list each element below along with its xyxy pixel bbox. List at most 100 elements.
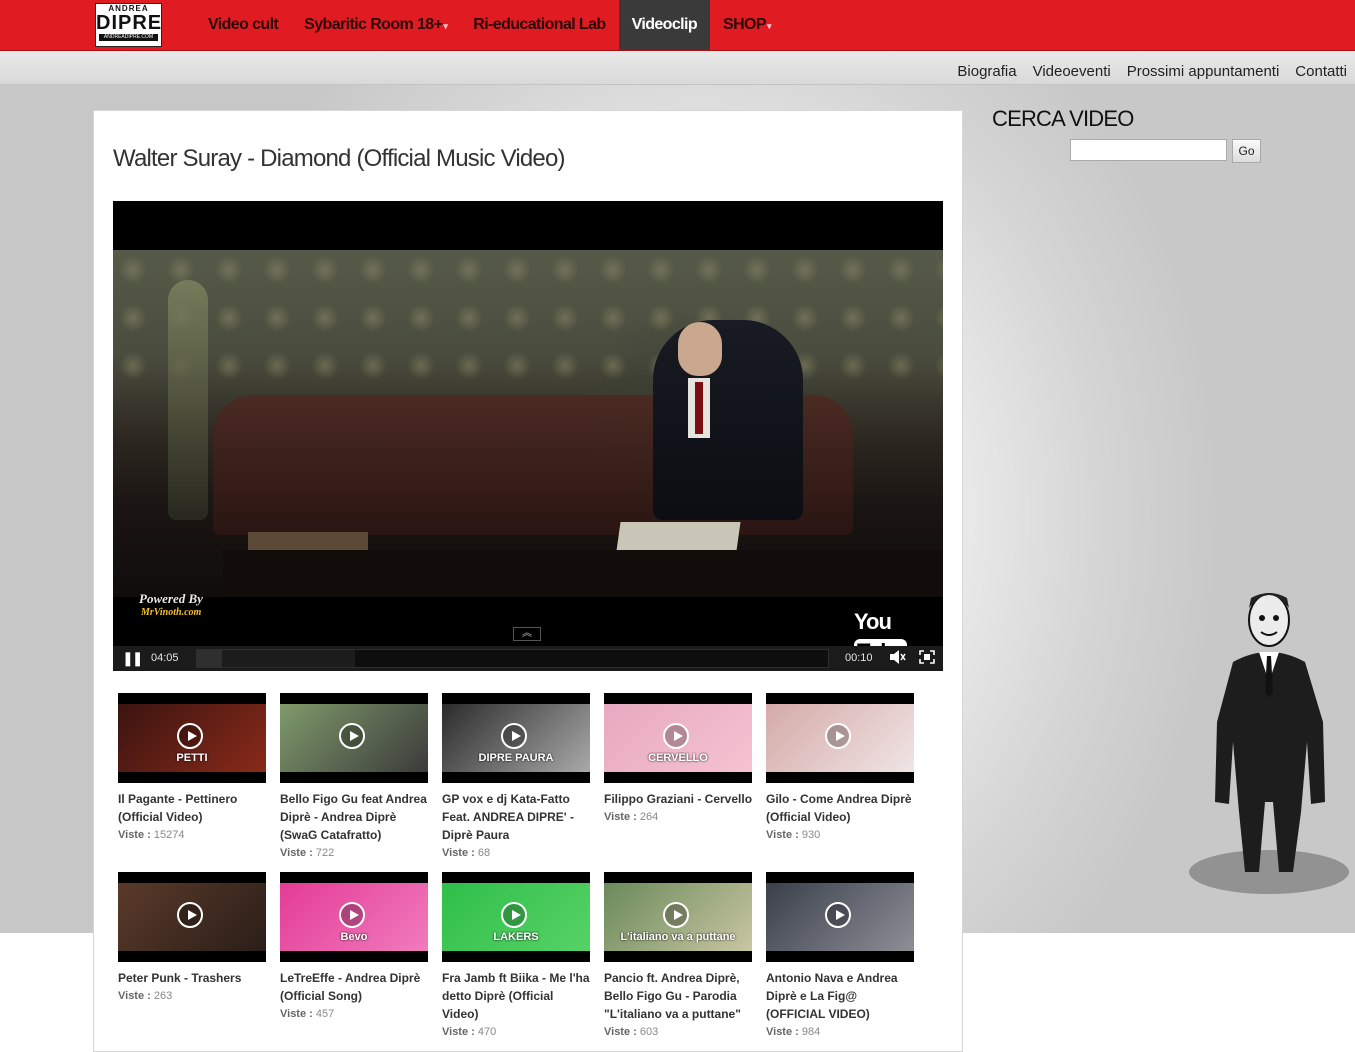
play-icon[interactable] bbox=[339, 723, 365, 749]
view-count-value: 603 bbox=[639, 1026, 659, 1038]
video-title-link[interactable]: GP vox e dj Kata-Fatto Feat. ANDREA DIPR… bbox=[442, 790, 592, 844]
thumbnail-caption: LAKERS bbox=[493, 931, 539, 943]
play-icon[interactable] bbox=[663, 723, 689, 749]
view-count-label: Viste : bbox=[604, 1026, 637, 1038]
video-title-link[interactable]: LeTreEffe - Andrea Diprè (Official Song) bbox=[280, 969, 430, 1005]
nav-item-shop[interactable]: SHOP▾ bbox=[710, 0, 784, 50]
video-title-link[interactable]: Peter Punk - Trashers bbox=[118, 969, 268, 987]
secondary-nav: Biografia Videoeventi Prossimi appuntament… bbox=[941, 63, 1347, 80]
secondary-bar: Biografia Videoeventi Prossimi appuntament… bbox=[0, 51, 1355, 85]
view-count: Viste : 68 bbox=[442, 844, 592, 862]
view-count-value: 15274 bbox=[153, 829, 185, 841]
view-count: Viste : 603 bbox=[604, 1023, 754, 1041]
site-logo[interactable]: ANDREA DIPRE ANDREADIPRE.COM bbox=[95, 3, 162, 47]
play-icon[interactable] bbox=[825, 723, 851, 749]
nav-item-label: Sybaritic Room 18+ bbox=[304, 16, 443, 33]
view-count-value: 930 bbox=[801, 829, 821, 841]
play-icon[interactable] bbox=[501, 902, 527, 928]
play-icon[interactable] bbox=[339, 902, 365, 928]
video-card[interactable]: Gilo - Come Andrea Diprè (Official Video… bbox=[766, 693, 916, 844]
video-card[interactable]: CERVELLO Filippo Graziani - Cervello Viste… bbox=[604, 693, 754, 826]
duration-time: 04:05 bbox=[151, 652, 179, 664]
fullscreen-icon[interactable] bbox=[919, 650, 935, 667]
video-card[interactable]: PETTI Il Pagante - Pettinero (Official Vi… bbox=[118, 693, 268, 844]
nav-item-video-cult[interactable]: Video cult bbox=[195, 0, 291, 50]
view-count: Viste : 15274 bbox=[118, 826, 268, 844]
play-icon[interactable] bbox=[177, 902, 203, 928]
play-icon[interactable] bbox=[825, 902, 851, 928]
video-card[interactable]: Bevo LeTreEffe - Andrea Diprè (Official S… bbox=[280, 872, 430, 1023]
play-icon[interactable] bbox=[501, 723, 527, 749]
thumbnail-caption: CERVELLO bbox=[648, 752, 708, 764]
subnav-link-videoeventi[interactable]: Videoeventi bbox=[1033, 63, 1111, 80]
video-thumbnail[interactable]: DIPRE PAURA bbox=[442, 693, 590, 783]
view-count: Viste : 722 bbox=[280, 844, 430, 862]
video-card[interactable]: DIPRE PAURA GP vox e dj Kata-Fatto Feat. … bbox=[442, 693, 592, 862]
video-title-link[interactable]: Bello Figo Gu feat Andrea Diprè - Andrea… bbox=[280, 790, 430, 844]
video-thumbnail[interactable]: CERVELLO bbox=[604, 693, 752, 783]
video-frame[interactable] bbox=[113, 250, 943, 597]
video-card[interactable]: Antonio Nava e Andrea Diprè e La Fig@ (O… bbox=[766, 872, 916, 1041]
view-count: Viste : 457 bbox=[280, 1005, 430, 1023]
video-title: Walter Suray - Diamond (Official Music V… bbox=[113, 145, 566, 172]
video-thumbnail[interactable] bbox=[766, 693, 914, 783]
subnav-link-contatti[interactable]: Contatti bbox=[1295, 63, 1347, 80]
chevron-down-icon: ▾ bbox=[443, 21, 448, 31]
video-thumbnail[interactable] bbox=[118, 872, 266, 962]
view-count: Viste : 930 bbox=[766, 826, 916, 844]
player-controls: ❚❚ 04:05 00:10 bbox=[113, 646, 943, 671]
subnav-link-biografia[interactable]: Biografia bbox=[957, 63, 1016, 80]
search-input[interactable] bbox=[1070, 139, 1227, 161]
video-title-link[interactable]: Pancio ft. Andrea Diprè, Bello Figo Gu -… bbox=[604, 969, 754, 1023]
view-count: Viste : 263 bbox=[118, 987, 268, 1005]
video-thumbnail[interactable]: LAKERS bbox=[442, 872, 590, 962]
video-thumbnail[interactable] bbox=[766, 872, 914, 962]
view-count-value: 722 bbox=[315, 847, 335, 859]
current-time: 00:10 bbox=[845, 652, 873, 664]
content-panel: Walter Suray - Diamond (Official Music V… bbox=[93, 110, 963, 1052]
volume-icon[interactable] bbox=[890, 650, 906, 667]
video-card[interactable]: LAKERS Fra Jamb ft Biika - Me l'ha detto … bbox=[442, 872, 592, 1041]
video-title-link[interactable]: Fra Jamb ft Biika - Me l'ha detto Diprè … bbox=[442, 969, 592, 1023]
video-title-link[interactable]: Il Pagante - Pettinero (Official Video) bbox=[118, 790, 268, 826]
video-title-link[interactable]: Gilo - Come Andrea Diprè (Official Video… bbox=[766, 790, 916, 826]
search-title: CERCA VIDEO bbox=[992, 106, 1134, 131]
video-title-link[interactable]: Antonio Nava e Andrea Diprè e La Fig@ (O… bbox=[766, 969, 916, 1023]
subnav-link-prossimi-appuntamenti[interactable]: Prossimi appuntamenti bbox=[1127, 63, 1280, 80]
video-card[interactable]: L'italiano va a puttane Pancio ft. Andrea… bbox=[604, 872, 754, 1041]
youtube-logo[interactable]: YouTube bbox=[854, 607, 943, 665]
pause-icon[interactable]: ❚❚ bbox=[122, 651, 144, 665]
view-count-label: Viste : bbox=[442, 1026, 475, 1038]
scene-wallpaper bbox=[113, 250, 943, 400]
scene-table bbox=[223, 550, 943, 597]
view-count-label: Viste : bbox=[442, 847, 475, 859]
watermark-line-2: MrVinoth.com bbox=[141, 607, 202, 618]
view-count-value: 984 bbox=[801, 1026, 821, 1038]
video-thumbnail[interactable]: PETTI bbox=[118, 693, 266, 783]
scene-man-head bbox=[678, 322, 722, 376]
nav-item-sybaritic-room-18-[interactable]: Sybaritic Room 18+▾ bbox=[291, 0, 460, 50]
top-navbar: ANDREA DIPRE ANDREADIPRE.COM Video cult S… bbox=[0, 0, 1355, 51]
play-icon[interactable] bbox=[177, 723, 203, 749]
video-player[interactable]: Powered By MrVinoth.com ︽ YouTube ❚❚ 04:… bbox=[113, 201, 943, 671]
scene-statue bbox=[168, 280, 208, 520]
progress-bar[interactable] bbox=[196, 649, 829, 668]
view-count-label: Viste : bbox=[604, 811, 637, 823]
nav-item-videoclip[interactable]: Videoclip bbox=[618, 0, 711, 50]
view-count: Viste : 264 bbox=[604, 808, 754, 826]
video-thumbnail[interactable]: Bevo bbox=[280, 872, 428, 962]
progress-played bbox=[197, 650, 223, 667]
view-count-label: Viste : bbox=[766, 1026, 799, 1038]
logo-line-2: DIPRE bbox=[96, 12, 163, 34]
play-icon[interactable] bbox=[663, 902, 689, 928]
go-button[interactable]: Go bbox=[1232, 139, 1261, 163]
progress-buffered bbox=[222, 650, 355, 667]
video-thumbnail[interactable] bbox=[280, 693, 428, 783]
video-thumbnail[interactable]: L'italiano va a puttane bbox=[604, 872, 752, 962]
nav-item-label: SHOP bbox=[723, 16, 767, 33]
chevron-up-icon[interactable]: ︽ bbox=[513, 627, 541, 641]
video-card[interactable]: Peter Punk - Trashers Viste : 263 bbox=[118, 872, 268, 1005]
video-title-link[interactable]: Filippo Graziani - Cervello bbox=[604, 790, 754, 808]
nav-item-ri-educational-lab[interactable]: Ri-educational Lab bbox=[460, 0, 618, 50]
video-card[interactable]: Bello Figo Gu feat Andrea Diprè - Andrea… bbox=[280, 693, 430, 862]
